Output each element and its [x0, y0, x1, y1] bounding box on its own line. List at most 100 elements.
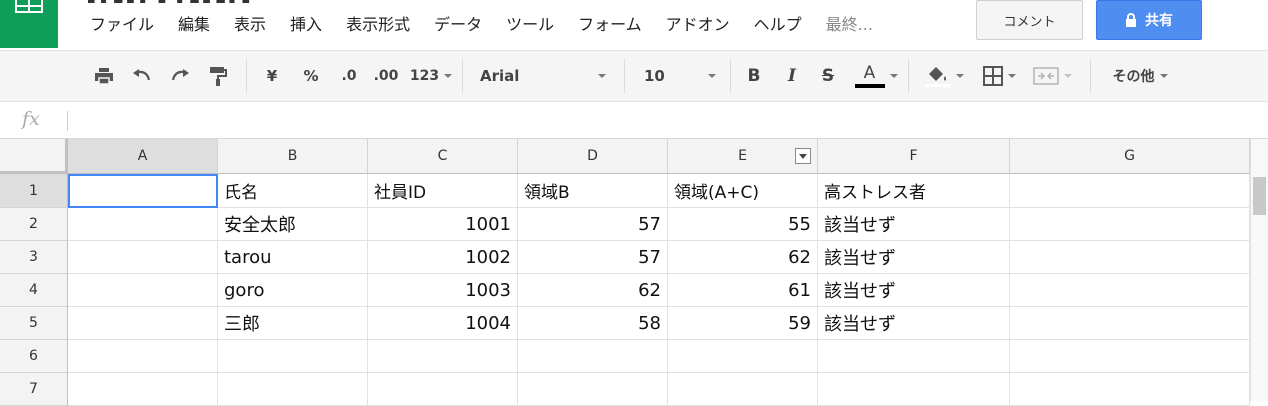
column-header-g[interactable]: G — [1010, 139, 1250, 174]
cell-e2[interactable]: 55 — [668, 208, 818, 241]
cell-c1[interactable]: 社員ID — [368, 174, 518, 208]
font-family-dropdown[interactable]: Arial — [480, 51, 606, 101]
column-header-b[interactable]: B — [218, 139, 368, 174]
cell-g4[interactable] — [1010, 274, 1250, 307]
row-header-5[interactable]: 5 — [0, 307, 68, 340]
cell-f1[interactable]: 高ストレス者 — [818, 174, 1010, 208]
cell-f4[interactable]: 該当せず — [818, 274, 1010, 307]
row-header-4[interactable]: 4 — [0, 274, 68, 307]
cell-a7[interactable] — [68, 373, 218, 406]
cell-a5[interactable] — [68, 307, 218, 340]
text-color-button[interactable]: A — [852, 51, 900, 101]
menu-view[interactable]: 表示 — [222, 12, 278, 38]
redo-icon[interactable] — [166, 51, 194, 101]
strikethrough-button[interactable]: S — [816, 51, 840, 101]
share-button[interactable]: 共有 — [1096, 0, 1202, 40]
cell-c3[interactable]: 1002 — [368, 241, 518, 274]
formula-input[interactable] — [76, 108, 1226, 132]
print-icon[interactable] — [90, 51, 118, 101]
cell-f3[interactable]: 該当せず — [818, 241, 1010, 274]
cell-g3[interactable] — [1010, 241, 1250, 274]
menu-file[interactable]: ファイル — [78, 12, 166, 38]
borders-button[interactable] — [976, 51, 1022, 101]
italic-button[interactable]: I — [780, 51, 804, 101]
cell-c4[interactable]: 1003 — [368, 274, 518, 307]
cell-b3[interactable]: tarou — [218, 241, 368, 274]
menu-addons[interactable]: アドオン — [654, 12, 742, 38]
cell-e5[interactable]: 59 — [668, 307, 818, 340]
cell-d7[interactable] — [518, 373, 668, 406]
cell-b4[interactable]: goro — [218, 274, 368, 307]
percent-format-button[interactable]: % — [298, 51, 324, 101]
cell-g1[interactable] — [1010, 174, 1250, 208]
cell-f2[interactable]: 該当せず — [818, 208, 1010, 241]
comment-button[interactable]: コメント — [976, 0, 1083, 40]
cell-d1[interactable]: 領域B — [518, 174, 668, 208]
cell-f6[interactable] — [818, 340, 1010, 373]
cell-a2[interactable] — [68, 208, 218, 241]
cell-e1[interactable]: 領域(A+C) — [668, 174, 818, 208]
last-edit-link[interactable]: 最終... — [814, 12, 885, 38]
document-title-fragment[interactable]: ▌▍▋▌▍ ▌ ▍▋▌▋▍▌ — [88, 0, 256, 3]
currency-format-button[interactable]: ¥ — [260, 51, 284, 101]
vertical-scrollbar[interactable] — [1250, 139, 1268, 401]
cell-d4[interactable]: 62 — [518, 274, 668, 307]
cell-d6[interactable] — [518, 340, 668, 373]
cell-g6[interactable] — [1010, 340, 1250, 373]
cell-b2[interactable]: 安全太郎 — [218, 208, 368, 241]
row-header-6[interactable]: 6 — [0, 340, 68, 373]
cell-f7[interactable] — [818, 373, 1010, 406]
cell-a6[interactable] — [68, 340, 218, 373]
cell-e3[interactable]: 62 — [668, 241, 818, 274]
row-header-2[interactable]: 2 — [0, 208, 68, 241]
cell-g7[interactable] — [1010, 373, 1250, 406]
cell-b1[interactable]: 氏名 — [218, 174, 368, 208]
menu-data[interactable]: データ — [422, 12, 494, 38]
fill-color-button[interactable] — [920, 51, 968, 101]
column-header-f[interactable]: F — [818, 139, 1010, 174]
paint-format-icon[interactable] — [204, 51, 232, 101]
increase-decimal-button[interactable]: .00 — [370, 51, 402, 101]
menu-tools[interactable]: ツール — [494, 12, 566, 38]
more-toolbar-button[interactable]: その他 — [1102, 51, 1178, 101]
cell-b7[interactable] — [218, 373, 368, 406]
row-header-1[interactable]: 1 — [0, 174, 68, 208]
cell-g2[interactable] — [1010, 208, 1250, 241]
cell-e6[interactable] — [668, 340, 818, 373]
merge-cells-button[interactable] — [1026, 51, 1078, 101]
cell-b5[interactable]: 三郎 — [218, 307, 368, 340]
number-format-dropdown[interactable]: 123 — [408, 51, 454, 101]
cell-e7[interactable] — [668, 373, 818, 406]
bold-button[interactable]: B — [742, 51, 766, 101]
cell-d2[interactable]: 57 — [518, 208, 668, 241]
menu-format[interactable]: 表示形式 — [334, 12, 422, 38]
cell-f5[interactable]: 該当せず — [818, 307, 1010, 340]
menu-insert[interactable]: 挿入 — [278, 12, 334, 38]
decrease-decimal-button[interactable]: .0 — [334, 51, 364, 101]
column-header-e[interactable]: E — [668, 139, 818, 174]
cell-c2[interactable]: 1001 — [368, 208, 518, 241]
font-size-dropdown[interactable]: 10 — [644, 51, 716, 101]
sheets-logo-icon[interactable] — [0, 0, 58, 48]
undo-icon[interactable] — [128, 51, 156, 101]
cell-d3[interactable]: 57 — [518, 241, 668, 274]
menu-help[interactable]: ヘルプ — [742, 12, 814, 38]
cell-d5[interactable]: 58 — [518, 307, 668, 340]
cell-c5[interactable]: 1004 — [368, 307, 518, 340]
column-header-d[interactable]: D — [518, 139, 668, 174]
select-all-corner[interactable] — [0, 139, 68, 174]
cell-e4[interactable]: 61 — [668, 274, 818, 307]
cell-a3[interactable] — [68, 241, 218, 274]
cell-c6[interactable] — [368, 340, 518, 373]
row-header-3[interactable]: 3 — [0, 241, 68, 274]
menu-form[interactable]: フォーム — [566, 12, 654, 38]
menu-edit[interactable]: 編集 — [166, 12, 222, 38]
column-header-a[interactable]: A — [68, 139, 218, 174]
cell-a1[interactable] — [68, 174, 218, 208]
cell-c7[interactable] — [368, 373, 518, 406]
column-header-c[interactable]: C — [368, 139, 518, 174]
scrollbar-thumb[interactable] — [1253, 177, 1266, 215]
cell-g5[interactable] — [1010, 307, 1250, 340]
filter-dropdown-icon[interactable] — [795, 148, 811, 164]
cell-a4[interactable] — [68, 274, 218, 307]
